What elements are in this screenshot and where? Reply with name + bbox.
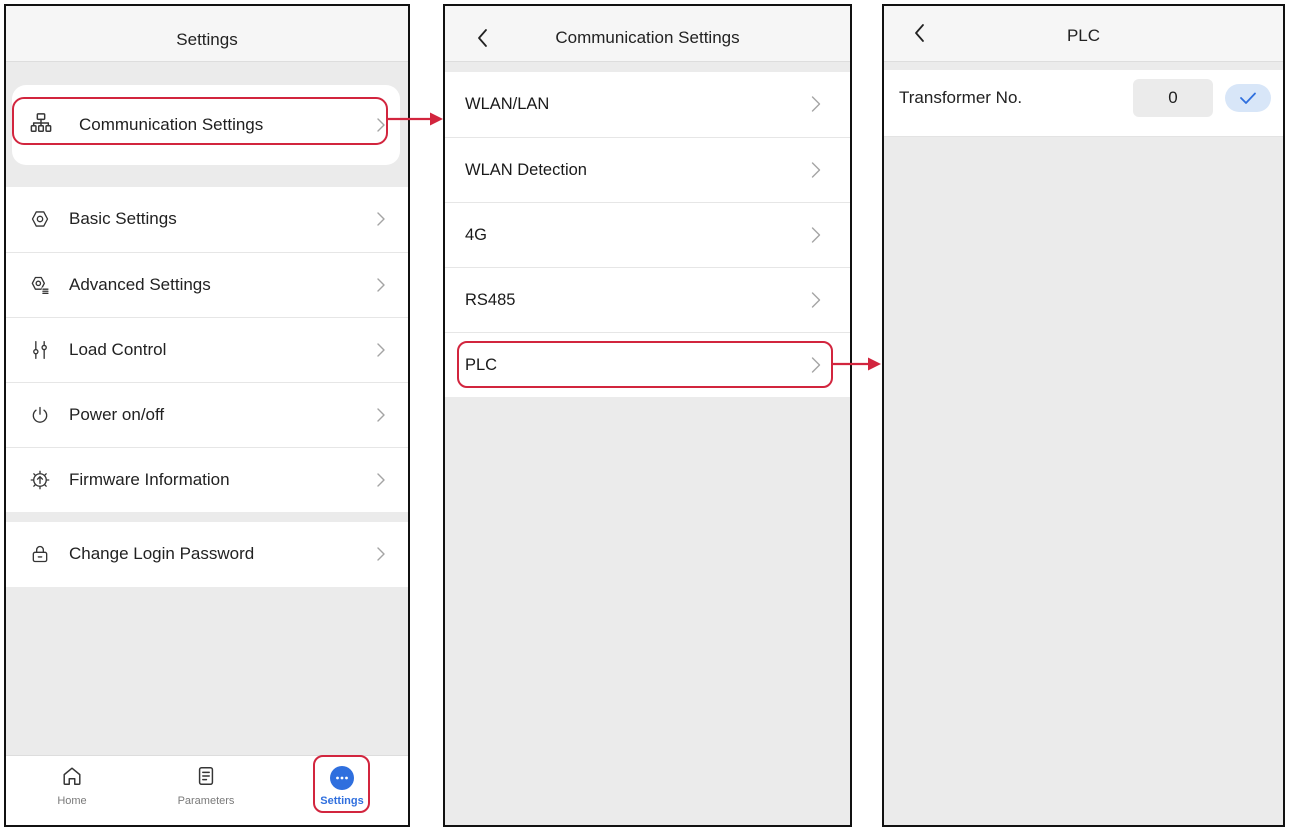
menu-item-advanced-settings[interactable]: Advanced Settings (6, 252, 408, 317)
field-label: Transformer No. (899, 88, 1023, 107)
settings-menu-group: Change Login Password (6, 522, 408, 587)
gear-icon (30, 209, 50, 229)
chevron-right-icon (811, 227, 821, 243)
menu-item-label: RS485 (465, 291, 516, 309)
menu-item-communication-settings[interactable]: Communication Settings (12, 85, 400, 165)
page-title: PLC (1066, 26, 1101, 45)
more-icon (330, 766, 354, 790)
tab-settings[interactable]: Settings (302, 756, 382, 825)
chevron-right-icon (811, 292, 821, 308)
power-icon (30, 405, 50, 425)
chevron-right-icon (377, 118, 385, 132)
screen-header: Settings (6, 6, 408, 62)
menu-item-change-login-password[interactable]: Change Login Password (6, 522, 408, 587)
document-icon (195, 765, 217, 787)
menu-item-label: Advanced Settings (69, 275, 211, 294)
page-title: Settings (176, 30, 238, 49)
chevron-right-icon (811, 96, 821, 112)
chevron-right-icon (377, 343, 385, 357)
gear-list-icon (30, 275, 50, 295)
tab-label: Home (57, 795, 87, 807)
page-title: Communication Settings (555, 28, 740, 47)
menu-item-label: WLAN/LAN (465, 95, 550, 113)
menu-item-label: WLAN Detection (465, 161, 587, 179)
menu-item-4g[interactable]: 4G (445, 202, 850, 267)
firmware-icon (30, 470, 50, 490)
menu-item-rs485[interactable]: RS485 (445, 267, 850, 332)
menu-item-plc[interactable]: PLC (445, 332, 850, 397)
menu-item-firmware-information[interactable]: Firmware Information (6, 447, 408, 512)
confirm-button[interactable] (1225, 84, 1271, 112)
sliders-icon (30, 340, 50, 360)
tab-home[interactable]: Home (32, 756, 112, 825)
tab-label: Parameters (177, 795, 235, 807)
menu-item-load-control[interactable]: Load Control (6, 317, 408, 382)
chevron-right-icon (811, 162, 821, 178)
communication-menu-group: WLAN/LAN WLAN Detection 4G RS485 PLC (445, 72, 850, 397)
menu-item-label: 4G (465, 226, 488, 244)
transformer-no-row: Transformer No. 0 (884, 70, 1283, 137)
menu-item-label: Firmware Information (69, 470, 230, 489)
tab-label: Settings (320, 795, 364, 807)
menu-item-label: Communication Settings (79, 115, 264, 134)
settings-menu-group: Basic Settings Advanced Settings Load Co… (6, 187, 408, 512)
transformer-no-input[interactable]: 0 (1133, 79, 1213, 117)
chevron-right-icon (377, 473, 385, 487)
menu-item-wlan-detection[interactable]: WLAN Detection (445, 137, 850, 202)
tab-bar: Home Parameters Settings (6, 755, 408, 825)
settings-screen: Settings Communication Settings Basic Se… (4, 4, 410, 827)
chevron-right-icon (377, 408, 385, 422)
lock-icon (30, 544, 50, 564)
chevron-right-icon (811, 357, 821, 373)
chevron-right-icon (377, 547, 385, 561)
tab-parameters[interactable]: Parameters (166, 756, 246, 825)
menu-item-label: Power on/off (69, 405, 165, 424)
screen-header: Communication Settings (445, 6, 850, 62)
screen-header: PLC (884, 6, 1283, 62)
communication-settings-screen: Communication Settings WLAN/LAN WLAN Det… (443, 4, 852, 827)
menu-item-basic-settings[interactable]: Basic Settings (6, 187, 408, 252)
menu-item-label: Load Control (69, 340, 167, 359)
menu-item-label: PLC (465, 356, 498, 374)
network-icon (30, 112, 52, 134)
menu-item-wlan-lan[interactable]: WLAN/LAN (445, 72, 850, 137)
menu-item-label: Basic Settings (69, 209, 177, 228)
chevron-right-icon (377, 212, 385, 226)
menu-item-label: Change Login Password (69, 544, 255, 563)
chevron-right-icon (377, 278, 385, 292)
plc-screen: PLC Transformer No. 0 (882, 4, 1285, 827)
home-icon (61, 765, 83, 787)
menu-item-power-on-off[interactable]: Power on/off (6, 382, 408, 447)
